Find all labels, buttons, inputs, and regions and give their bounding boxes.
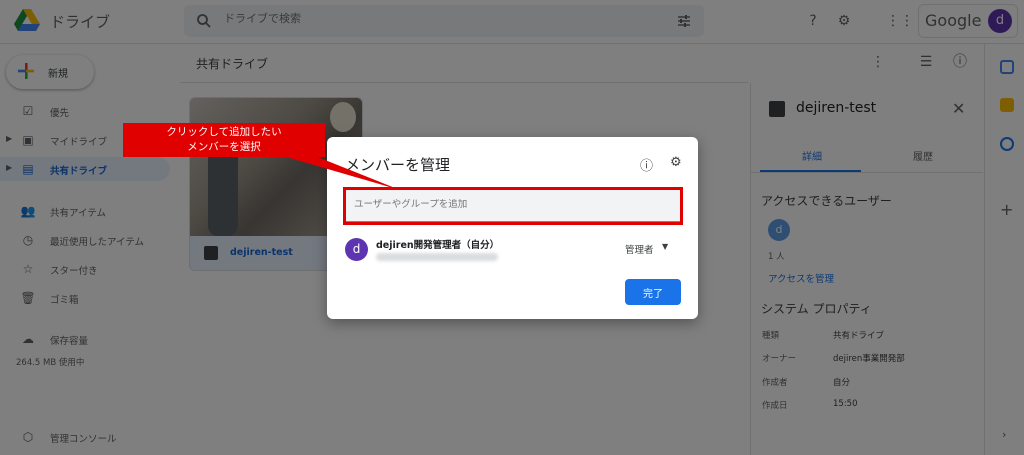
chevron-down-icon[interactable]: ▼ [662, 242, 668, 251]
member-name: dejiren開発管理者（自分） [376, 240, 500, 251]
annotation-callout: クリックして追加したい メンバーを選択 [123, 123, 325, 157]
callout-line: クリックして追加したい [166, 126, 282, 138]
dialog-title: メンバーを管理 [345, 156, 451, 174]
avatar: d [345, 238, 368, 261]
member-email-blurred [376, 253, 498, 261]
callout-line: メンバーを選択 [187, 141, 261, 153]
member-role-select[interactable]: 管理者 [625, 242, 654, 256]
highlight-box [343, 187, 683, 225]
help-icon[interactable]: ⓘ [640, 155, 653, 174]
settings-icon[interactable]: ⚙ [670, 155, 682, 170]
done-button[interactable]: 完了 [625, 279, 681, 305]
